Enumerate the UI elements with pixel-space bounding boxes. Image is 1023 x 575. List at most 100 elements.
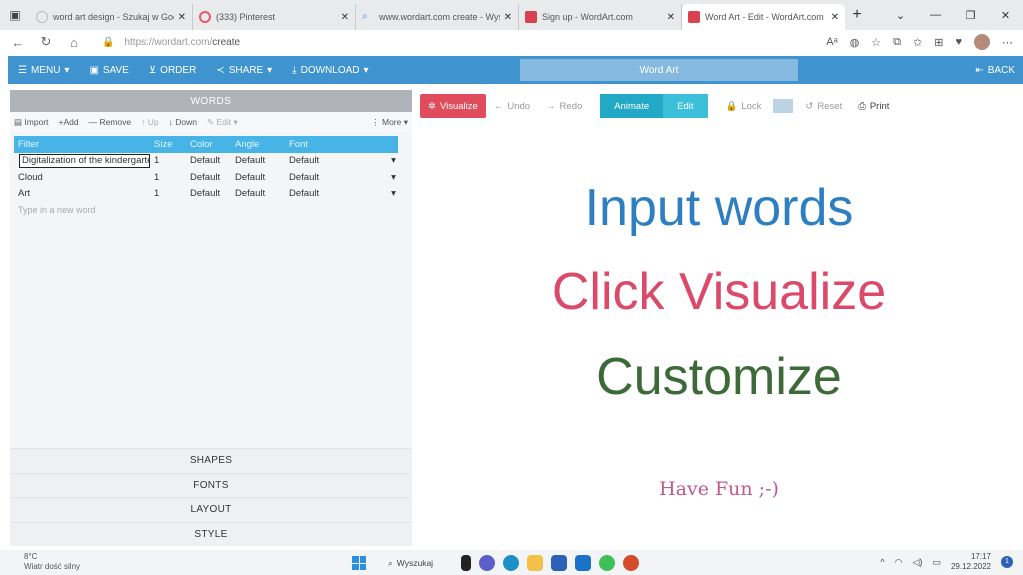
new-tab-icon[interactable]: + <box>845 6 869 24</box>
favorite-star-icon[interactable]: ☆ <box>871 36 881 49</box>
project-title-field[interactable]: Word Art <box>520 59 798 81</box>
row-dropdown-icon[interactable]: ▾ <box>385 188 398 199</box>
color-cell[interactable]: Default <box>186 188 231 199</box>
size-cell[interactable]: 1 <box>150 155 186 166</box>
extension-icon[interactable]: ◍ <box>850 36 860 49</box>
column-header-angle[interactable]: Angle <box>231 139 285 150</box>
color-swatch[interactable] <box>773 99 794 113</box>
share-button[interactable]: ≺ SHARE ▾ <box>206 65 282 76</box>
tab-close-icon[interactable]: ✕ <box>831 12 839 23</box>
browser-tab[interactable]: Sign up - WordArt.com ✕ <box>519 4 682 30</box>
wifi-icon[interactable]: ◠ <box>895 557 903 568</box>
task-view-icon[interactable] <box>461 555 472 571</box>
column-header-size[interactable]: Size <box>150 139 186 150</box>
animate-button[interactable]: Animate <box>600 94 664 118</box>
back-button[interactable]: ⇤ BACK <box>975 56 1015 84</box>
angle-cell[interactable]: Default <box>231 172 285 183</box>
save-button[interactable]: ▣ SAVE <box>79 65 138 76</box>
powerpoint-icon[interactable] <box>623 555 640 571</box>
column-header-filter[interactable]: Filter <box>14 139 150 150</box>
reload-icon[interactable]: ↻ <box>32 34 60 50</box>
outlook-icon[interactable] <box>575 555 592 571</box>
tab-close-icon[interactable]: ✕ <box>178 12 186 23</box>
browser-tab-active[interactable]: Word Art - Edit - WordArt.com ✕ <box>682 4 845 30</box>
weather-widget[interactable]: 8°C Wiatr dość silny <box>24 552 80 572</box>
lock-button[interactable]: 🔒 Lock <box>718 94 770 118</box>
restore-icon[interactable]: ❐ <box>953 0 988 30</box>
download-button[interactable]: ⤓ DOWNLOAD ▾ <box>282 65 378 76</box>
battery-icon[interactable]: ▭ <box>932 557 941 568</box>
word-edit-cell[interactable]: Digitalization of the kindergarte <box>19 153 150 168</box>
word-cell[interactable]: Cloud <box>14 172 150 183</box>
words-scrollbar[interactable] <box>402 136 408 486</box>
reset-button[interactable]: ↺ Reset <box>797 94 850 118</box>
angle-cell[interactable]: Default <box>231 188 285 199</box>
notification-badge-icon[interactable]: 1 <box>1001 556 1013 568</box>
words-header[interactable]: WORDS <box>10 90 412 112</box>
whatsapp-icon[interactable] <box>599 555 616 571</box>
more-button[interactable]: ⋮ More ▾ <box>371 117 408 128</box>
tab-close-icon[interactable]: ✕ <box>667 12 675 23</box>
minimize-icon[interactable]: — <box>918 0 953 30</box>
font-cell[interactable]: Default <box>285 188 385 199</box>
clock[interactable]: 17:17 29.12.2022 <box>951 552 991 572</box>
back-arrow-icon[interactable]: ← <box>4 35 32 50</box>
up-button[interactable]: ↑ Up <box>141 117 159 127</box>
size-cell[interactable]: 1 <box>150 188 186 199</box>
chevron-up-icon[interactable]: ^ <box>880 557 884 567</box>
edge-icon[interactable] <box>503 555 520 571</box>
more-options-icon[interactable]: ⋯ <box>1002 36 1013 49</box>
menu-button[interactable]: ☰ MENU ▾ <box>8 65 79 76</box>
add-button[interactable]: +Add <box>59 117 79 127</box>
tab-close-icon[interactable]: ✕ <box>504 12 512 23</box>
collections-icon[interactable]: ⊞ <box>934 36 943 49</box>
split-screen-icon[interactable]: ⧉ <box>893 36 901 49</box>
close-icon[interactable]: ✕ <box>988 0 1023 30</box>
row-dropdown-icon[interactable]: ▾ <box>385 155 398 166</box>
word-art-canvas[interactable]: Input words Click Visualize Customize Ha… <box>415 125 1023 545</box>
file-explorer-icon[interactable] <box>527 555 544 571</box>
home-icon[interactable]: ⌂ <box>60 35 88 50</box>
url-field[interactable]: 🔒 https://wordart.com/create <box>94 32 824 52</box>
word-cell[interactable]: Art <box>14 188 150 199</box>
taskbar-search[interactable]: ⌕ Wyszukaj <box>388 558 433 569</box>
chat-icon[interactable] <box>479 555 496 571</box>
font-cell[interactable]: Default <box>285 155 385 166</box>
start-icon[interactable] <box>352 556 366 570</box>
edit-button[interactable]: ✎ Edit ▾ <box>207 117 238 128</box>
word-icon[interactable] <box>551 555 568 571</box>
section-shapes[interactable]: SHAPES <box>10 448 412 473</box>
print-button[interactable]: ⎙ Print <box>850 94 897 118</box>
section-style[interactable]: STYLE <box>10 521 412 546</box>
size-cell[interactable]: 1 <box>150 172 186 183</box>
tab-actions-icon[interactable]: ▣ <box>0 0 30 30</box>
profile-avatar[interactable] <box>974 34 990 50</box>
table-row[interactable]: Digitalization of the kindergarte 1 Defa… <box>14 153 398 170</box>
section-layout[interactable]: LAYOUT <box>10 497 412 522</box>
new-word-input[interactable]: Type in a new word <box>14 202 398 218</box>
visualize-button[interactable]: ✲ Visualize <box>420 94 486 118</box>
down-button[interactable]: ↓ Down <box>169 117 197 127</box>
chevron-down-icon[interactable]: ⌄ <box>883 0 918 30</box>
remove-button[interactable]: — Remove <box>89 117 132 127</box>
browser-tab[interactable]: word art design - Szukaj w Goo ✕ <box>30 4 193 30</box>
browser-tab[interactable]: (333) Pinterest ✕ <box>193 4 356 30</box>
table-row[interactable]: Cloud 1 Default Default Default ▾ <box>14 169 398 186</box>
undo-button[interactable]: ← Undo <box>486 94 538 118</box>
section-fonts[interactable]: FONTS <box>10 472 412 497</box>
browser-tab[interactable]: ⌕ www.wordart.com create - Wysz ✕ <box>356 4 519 30</box>
column-header-color[interactable]: Color <box>186 139 231 150</box>
row-dropdown-icon[interactable]: ▾ <box>385 172 398 183</box>
angle-cell[interactable]: Default <box>231 155 285 166</box>
volume-icon[interactable]: ◁) <box>913 557 923 568</box>
read-aloud-icon[interactable]: Aᵃ <box>826 36 837 48</box>
font-cell[interactable]: Default <box>285 172 385 183</box>
edit-mode-button[interactable]: Edit <box>663 94 708 118</box>
tab-close-icon[interactable]: ✕ <box>341 12 349 23</box>
color-cell[interactable]: Default <box>186 172 231 183</box>
column-header-font[interactable]: Font <box>285 139 385 150</box>
import-button[interactable]: ▤ Import <box>14 117 49 128</box>
order-button[interactable]: ⊻ ORDER <box>139 65 206 76</box>
table-row[interactable]: Art 1 Default Default Default ▾ <box>14 186 398 203</box>
redo-button[interactable]: → Redo <box>538 94 590 118</box>
